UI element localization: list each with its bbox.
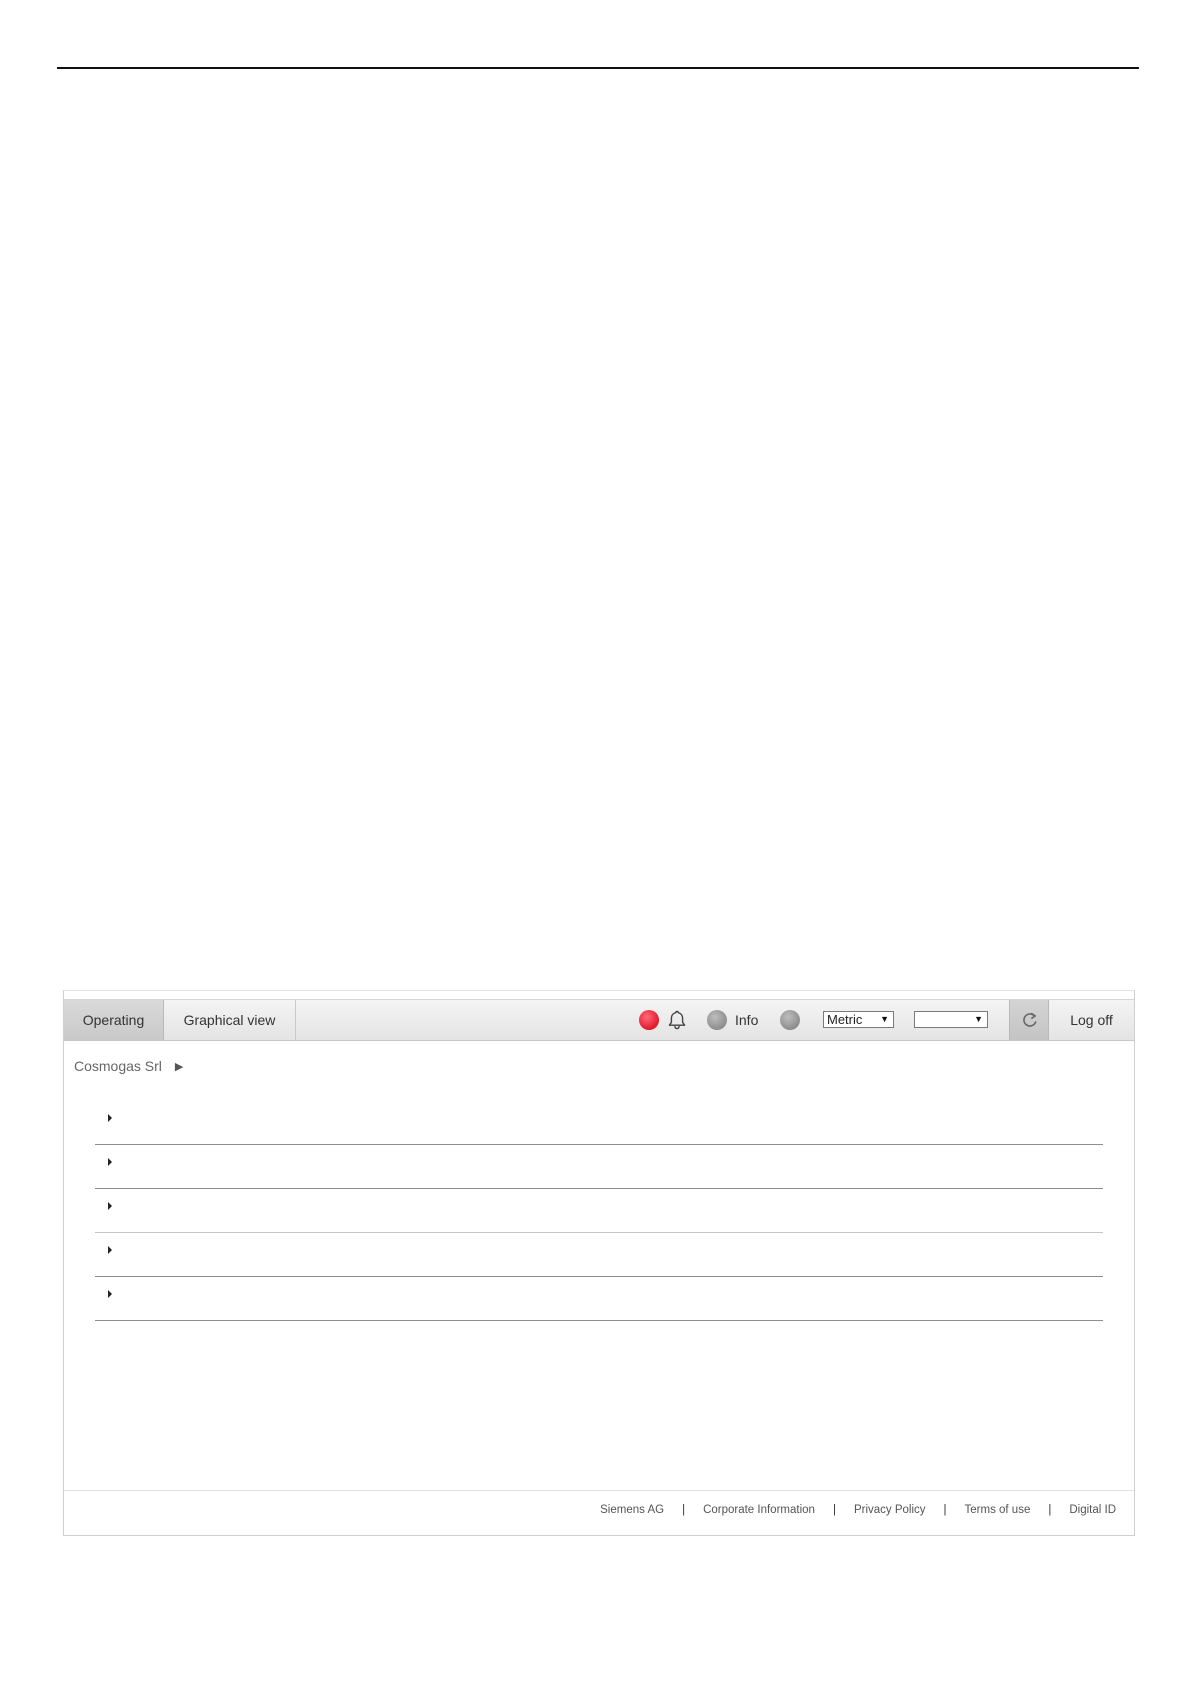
expand-caret-icon[interactable] — [108, 1158, 112, 1166]
expandable-row[interactable] — [95, 1101, 1103, 1145]
units-select[interactable]: Metric ▼ — [823, 1011, 894, 1028]
refresh-icon — [1023, 1012, 1037, 1027]
expand-caret-icon[interactable] — [108, 1202, 112, 1210]
refresh-button[interactable] — [1009, 1000, 1049, 1040]
breadcrumb-item-cosmogas[interactable]: Cosmogas Srl — [74, 1058, 162, 1074]
expandable-row[interactable] — [95, 1189, 1103, 1233]
footer-separator: | — [1048, 1504, 1052, 1516]
breadcrumb: Cosmogas Srl ▶ — [74, 1058, 183, 1074]
footer-link-terms-of-use[interactable]: Terms of use — [965, 1504, 1031, 1516]
footer-link-digital-id[interactable]: Digital ID — [1069, 1504, 1116, 1516]
footer-link-siemens-ag[interactable]: Siemens AG — [600, 1504, 664, 1516]
app-screenshot: Operating Graphical view Info Metric ▼ ▼ — [63, 990, 1135, 1536]
log-off-button[interactable]: Log off — [1049, 1000, 1134, 1040]
expand-caret-icon[interactable] — [108, 1114, 112, 1122]
connection-status-indicator[interactable] — [780, 1010, 800, 1030]
breadcrumb-arrow-icon[interactable]: ▶ — [175, 1060, 183, 1073]
expandable-row[interactable] — [95, 1277, 1103, 1321]
page-footer: Siemens AG | Corporate Information | Privacy… — [64, 1490, 1134, 1535]
bell-icon[interactable] — [666, 1009, 688, 1031]
expand-caret-icon[interactable] — [108, 1290, 112, 1298]
info-label[interactable]: Info — [735, 1000, 758, 1040]
footer-separator: | — [682, 1504, 686, 1516]
expand-caret-icon[interactable] — [108, 1246, 112, 1254]
dropdown-arrow-icon: ▼ — [880, 1014, 889, 1024]
tab-operating[interactable]: Operating — [64, 1000, 164, 1040]
footer-separator: | — [943, 1504, 947, 1516]
info-status-indicator[interactable] — [707, 1010, 727, 1030]
footer-link-privacy-policy[interactable]: Privacy Policy — [854, 1504, 926, 1516]
dropdown-arrow-icon: ▼ — [974, 1014, 983, 1024]
expandable-row[interactable] — [95, 1145, 1103, 1189]
secondary-select[interactable]: ▼ — [914, 1011, 988, 1028]
units-select-value: Metric — [827, 1012, 863, 1027]
expandable-list — [95, 1101, 1103, 1321]
expandable-row[interactable] — [95, 1233, 1103, 1277]
footer-link-corporate-information[interactable]: Corporate Information — [703, 1504, 815, 1516]
footer-links: Siemens AG | Corporate Information | Privacy… — [600, 1504, 1116, 1516]
alarm-status-indicator[interactable] — [639, 1010, 659, 1030]
footer-separator: | — [832, 1504, 836, 1516]
tab-graphical-view[interactable]: Graphical view — [164, 1000, 296, 1040]
top-navbar: Operating Graphical view Info Metric ▼ ▼ — [64, 999, 1134, 1041]
document-header-rule — [57, 67, 1139, 69]
